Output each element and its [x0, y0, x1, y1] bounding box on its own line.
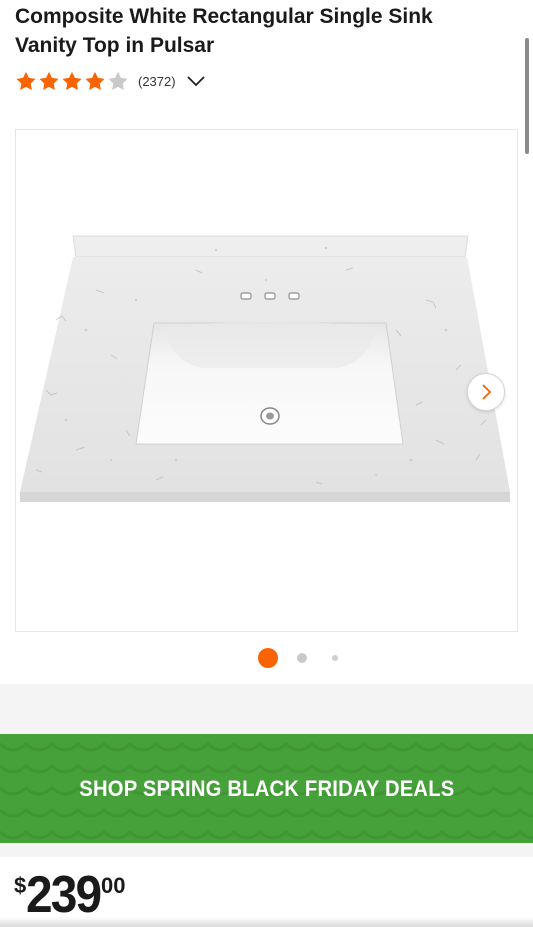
star-empty-icon: [108, 71, 128, 90]
product-image-gallery[interactable]: [15, 129, 518, 632]
next-image-button[interactable]: [467, 373, 505, 411]
pagination-dot[interactable]: [332, 655, 338, 661]
promo-banner[interactable]: SHOP SPRING BLACK FRIDAY DEALS: [0, 734, 533, 843]
pagination-dot-active[interactable]: [258, 648, 278, 668]
vanity-top-product-image: [20, 235, 510, 502]
faucet-holes: [240, 292, 300, 300]
star-filled-icon: [62, 71, 82, 90]
price-dollars: 239: [26, 866, 102, 924]
page-scrollbar[interactable]: [525, 38, 529, 154]
section-divider: [0, 684, 533, 734]
promo-text: SHOP SPRING BLACK FRIDAY DEALS: [78, 775, 455, 801]
rating-summary[interactable]: (2372): [15, 69, 206, 93]
star-filled-icon: [16, 71, 36, 90]
star-filled-icon: [39, 71, 59, 90]
section-divider: [0, 843, 533, 857]
star-filled-icon: [85, 71, 105, 90]
review-count[interactable]: (2372): [138, 74, 176, 89]
chevron-down-icon[interactable]: [186, 74, 206, 88]
bottom-bar-shadow: [0, 917, 533, 927]
pagination-dot[interactable]: [297, 653, 307, 663]
product-price: $ 239 00: [14, 869, 126, 921]
chevron-right-icon: [482, 384, 492, 400]
gallery-pagination: [0, 648, 533, 668]
price-currency: $: [14, 873, 27, 898]
product-card: Composite White Rectangular Single Sink …: [0, 0, 533, 684]
price-cents: 00: [101, 873, 126, 898]
star-rating: [15, 71, 130, 91]
product-title: Composite White Rectangular Single Sink …: [15, 5, 433, 57]
